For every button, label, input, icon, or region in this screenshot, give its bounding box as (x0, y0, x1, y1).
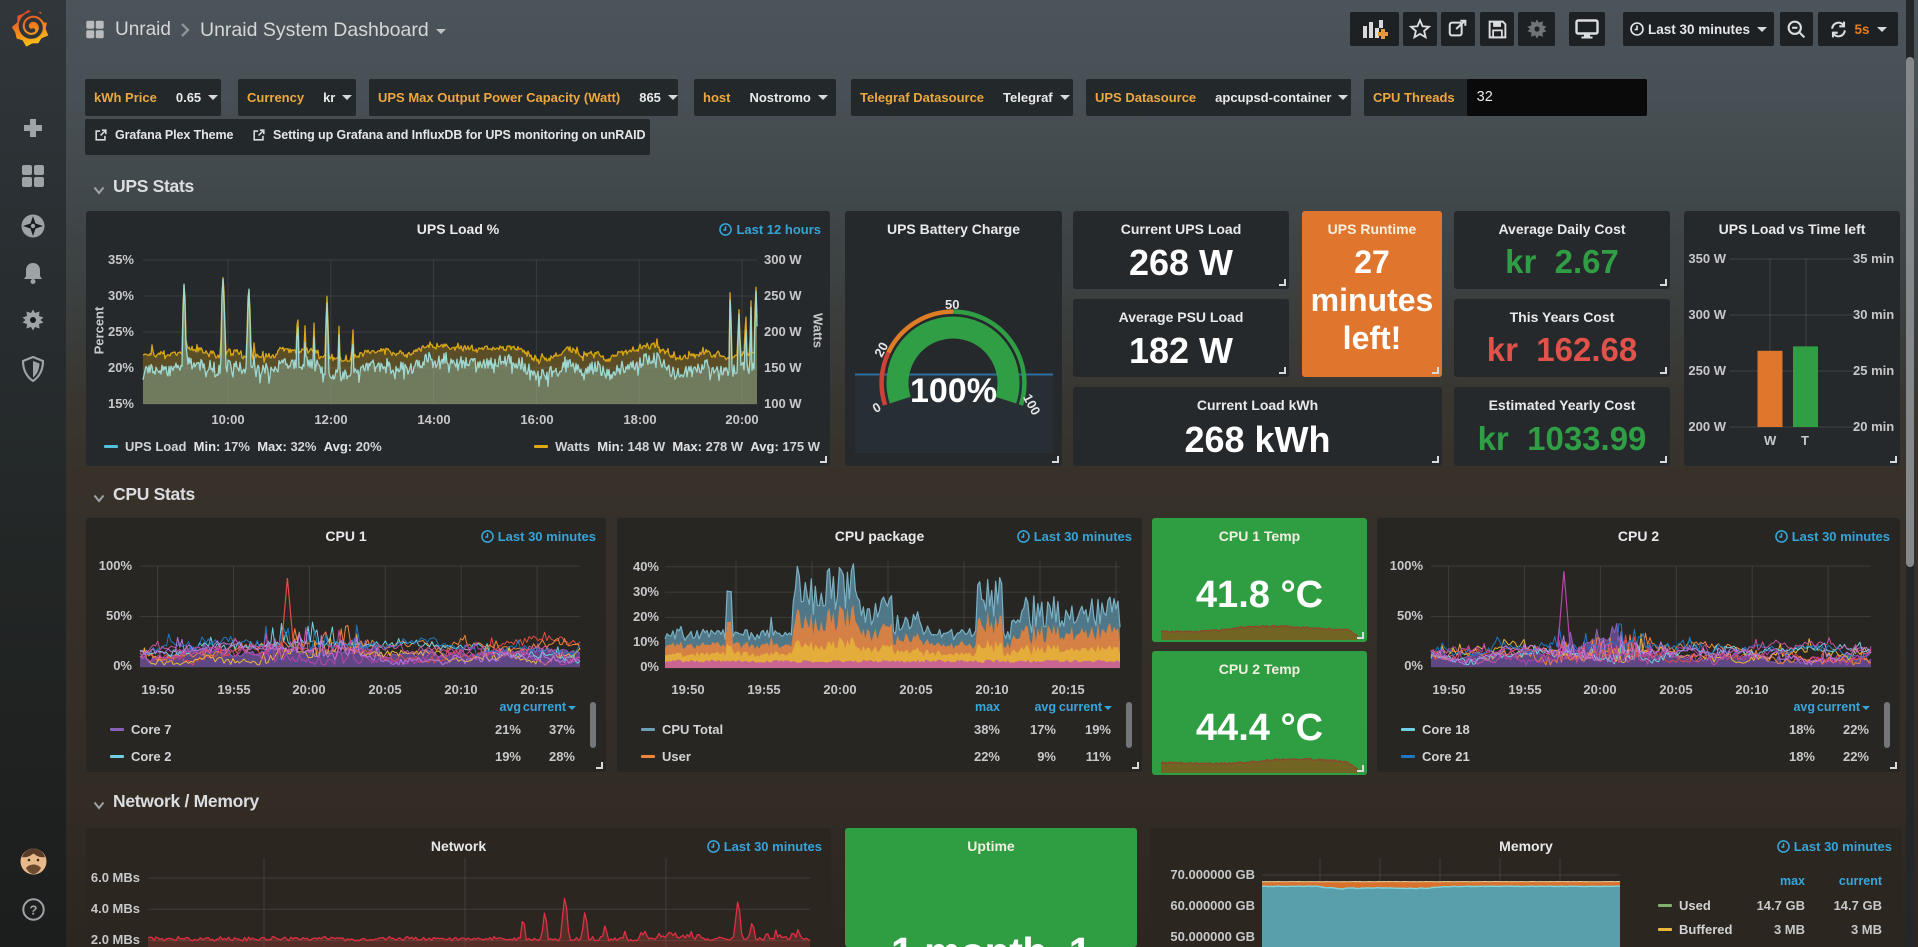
svg-text:?: ? (30, 903, 38, 918)
